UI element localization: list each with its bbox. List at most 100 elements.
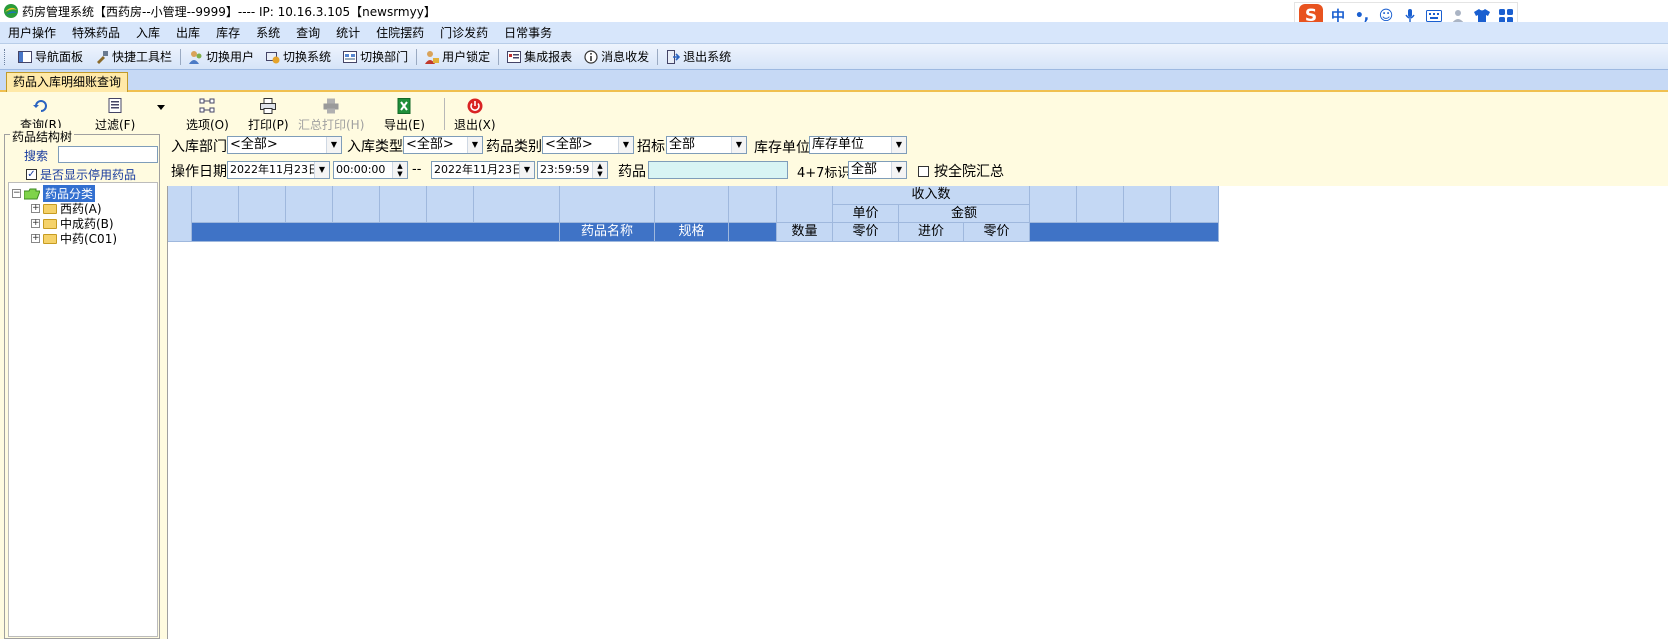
tree-node-label[interactable]: 中药(C01) [60, 230, 117, 247]
grid-col-header-spec-top[interactable] [655, 186, 729, 223]
exit-button[interactable]: 退出(X) [454, 98, 496, 133]
menu-statistics[interactable]: 统计 [328, 24, 368, 41]
user-lock-label: 用户锁定 [442, 50, 491, 64]
category-label: 药品类别 [486, 139, 542, 155]
spinner-arrows-icon[interactable]: ▲ ▼ [392, 162, 407, 178]
grid-col-header[interactable] [286, 186, 333, 223]
options-button[interactable]: 选项(O) [186, 98, 229, 133]
folder-icon [43, 203, 57, 214]
power-exit-icon [467, 98, 483, 114]
results-grid[interactable] [167, 186, 1668, 639]
exit-system-button[interactable]: 退出系统 [660, 48, 737, 65]
menu-stock-in[interactable]: 入库 [128, 24, 168, 41]
exit-system-icon [667, 49, 681, 64]
chevron-down-icon[interactable]: ▼ [467, 137, 482, 153]
bid-select[interactable]: 全部 ▼ [666, 136, 747, 154]
menu-daily-affairs[interactable]: 日常事务 [496, 24, 560, 41]
export-button[interactable]: 导出(E) [384, 98, 425, 133]
grid-col-header[interactable] [380, 186, 427, 223]
collapse-icon[interactable]: − [12, 189, 21, 198]
menu-inpatient-dispense[interactable]: 住院摆药 [368, 24, 432, 41]
grid-col-header-purchase-amount[interactable]: 进价 [899, 223, 964, 242]
grid-col-header[interactable] [729, 186, 777, 223]
grid-col-header[interactable] [192, 186, 239, 223]
print-button[interactable]: 打印(P) [248, 98, 289, 133]
grid-col-header-spec[interactable]: 规格 [655, 223, 729, 242]
menu-system[interactable]: 系统 [248, 24, 288, 41]
drug-input[interactable] [648, 161, 788, 179]
grid-col-header[interactable] [1171, 186, 1219, 223]
chevron-down-icon[interactable]: ▼ [618, 137, 633, 153]
message-button[interactable]: 消息收发 [578, 48, 655, 65]
chevron-down-icon[interactable]: ▼ [519, 162, 534, 178]
switch-department-button[interactable]: 切换部门 [337, 48, 414, 65]
user-lock-button[interactable]: 用户锁定 [419, 48, 496, 65]
hospital-summary-checkbox[interactable]: 按全院汇总 [918, 161, 1004, 181]
time-to-spinner[interactable]: 23:59:59 ▲ ▼ [537, 161, 608, 179]
menu-user-ops[interactable]: 用户操作 [0, 24, 64, 41]
navigation-panel-button[interactable]: 导航面板 [12, 48, 89, 65]
dept-value: <全部> [230, 137, 278, 152]
expand-icon[interactable]: + [31, 204, 40, 213]
toolbar-separator [657, 48, 659, 65]
grid-col-header[interactable] [427, 186, 474, 223]
grid-col-header[interactable] [333, 186, 380, 223]
grid-col-header-drug-name[interactable]: 药品名称 [560, 223, 655, 242]
date-to-picker[interactable]: 2022年11月23日 ▼ [431, 161, 535, 179]
refresh-query-icon [32, 100, 47, 112]
grid-col-header-quantity[interactable]: 数量 [777, 223, 833, 242]
chevron-down-icon[interactable]: ▼ [891, 162, 906, 178]
expand-icon[interactable]: + [31, 234, 40, 243]
type-label: 入库类型 [347, 139, 403, 155]
grid-col-header-dark[interactable] [729, 223, 777, 242]
type-select[interactable]: <全部> ▼ [403, 136, 483, 154]
excel-export-icon [397, 98, 411, 114]
chevron-down-icon [157, 105, 165, 110]
stock-unit-select[interactable]: 库存单位 ▼ [809, 136, 907, 154]
show-stopped-drugs-checkbox[interactable]: ✓ 是否显示停用药品 [26, 166, 136, 183]
grid-col-header-retail-price[interactable]: 零价 [833, 223, 899, 242]
menu-query[interactable]: 查询 [288, 24, 328, 41]
summary-print-button[interactable]: 汇总打印(H) [298, 98, 364, 133]
switch-system-button[interactable]: 切换系统 [260, 48, 337, 65]
tree-search-input[interactable] [58, 146, 158, 163]
grid-col-header-dark[interactable] [1030, 223, 1219, 242]
filter-dropdown-arrow[interactable] [156, 100, 166, 110]
grid-col-header[interactable] [1124, 186, 1171, 223]
grid-col-header[interactable] [239, 186, 286, 223]
grid-row-indicator-header [168, 186, 192, 242]
flag-select[interactable]: 全部 ▼ [848, 161, 907, 179]
switch-user-button[interactable]: 切换用户 [183, 48, 260, 65]
chevron-down-icon[interactable]: ▼ [731, 137, 746, 153]
grid-subgroup-unit-price: 单价 [833, 205, 899, 223]
menu-inventory[interactable]: 库存 [208, 24, 248, 41]
grid-col-header-quantity-top[interactable] [777, 186, 833, 223]
menu-special-drugs[interactable]: 特殊药品 [64, 24, 128, 41]
time-from-spinner[interactable]: 00:00:00 ▲ ▼ [333, 161, 408, 179]
menu-stock-out[interactable]: 出库 [168, 24, 208, 41]
grid-col-header-retail-amount[interactable]: 零价 [964, 223, 1030, 242]
toolbar-separator [498, 48, 500, 65]
quick-toolbar-button[interactable]: 快捷工具栏 [89, 48, 178, 65]
chevron-down-icon[interactable]: ▼ [891, 137, 906, 153]
filter-button[interactable]: 过滤(F) [95, 98, 135, 133]
switch-system-icon [266, 51, 280, 63]
chevron-down-icon[interactable]: ▼ [326, 137, 341, 153]
checkbox-unchecked-icon [918, 165, 929, 177]
grid-col-header-dark[interactable] [192, 223, 560, 242]
grid-col-header[interactable] [1077, 186, 1124, 223]
spinner-arrows-icon[interactable]: ▲ ▼ [592, 162, 607, 178]
integrated-report-button[interactable]: 集成报表 [501, 48, 578, 65]
grid-col-header[interactable] [1030, 186, 1077, 223]
menu-outpatient-dispense[interactable]: 门诊发药 [432, 24, 496, 41]
category-select[interactable]: <全部> ▼ [542, 136, 634, 154]
expand-icon[interactable]: + [31, 219, 40, 228]
dept-select[interactable]: <全部> ▼ [227, 136, 342, 154]
toolbar-grip[interactable] [4, 48, 8, 65]
grid-col-header-drug-name-top[interactable] [560, 186, 655, 223]
tree-node-chinese-herbal[interactable]: + 中药(C01) [31, 230, 117, 247]
grid-col-header[interactable] [474, 186, 560, 223]
tab-stock-in-detail-query[interactable]: 药品入库明细账查询 [6, 72, 129, 92]
date-from-picker[interactable]: 2022年11月23日 ▼ [227, 161, 330, 179]
chevron-down-icon[interactable]: ▼ [314, 162, 329, 178]
